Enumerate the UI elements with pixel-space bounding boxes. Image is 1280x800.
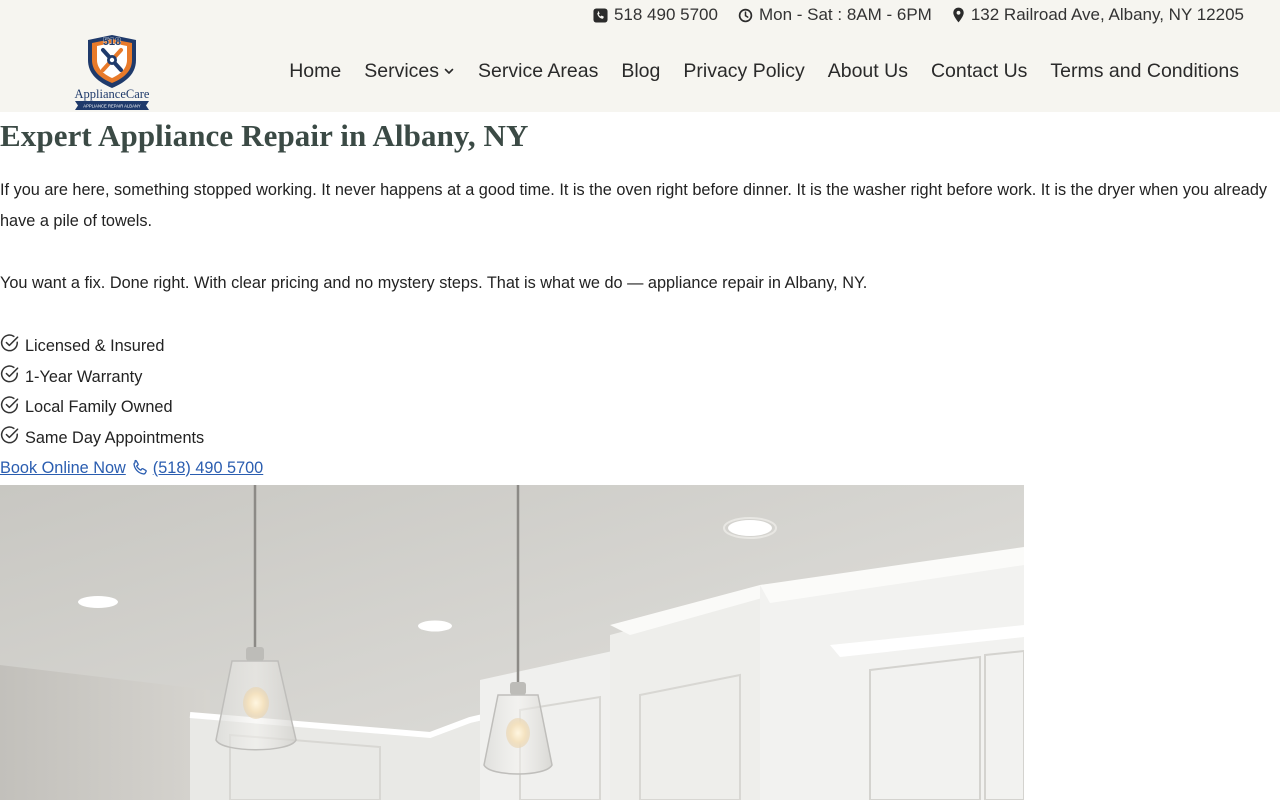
feature-item: Same Day Appointments	[0, 423, 204, 454]
nav-services[interactable]: Services	[364, 60, 455, 83]
feature-item: 1-Year Warranty	[0, 362, 204, 393]
chevron-down-icon	[443, 65, 455, 77]
hero-kitchen-image	[0, 485, 1024, 800]
feature-label: 1-Year Warranty	[25, 367, 143, 386]
map-pin-icon	[952, 7, 965, 23]
value-paragraph: You want a fix. Done right. With clear p…	[0, 274, 868, 292]
topbar-hours-text: Mon - Sat : 8AM - 6PM	[758, 5, 932, 24]
feature-label: Local Family Owned	[25, 398, 173, 417]
feature-list: Licensed & Insured 1-Year Warranty Local…	[0, 331, 204, 454]
phone-outline-icon[interactable]	[131, 459, 149, 477]
phone-icon	[593, 7, 608, 23]
topbar-phone[interactable]: 518 490 5700	[593, 5, 718, 25]
topbar: 518 490 5700 Mon - Sat : 8AM - 6PM 132 R…	[593, 4, 1244, 26]
circle-check-icon	[0, 364, 20, 384]
circle-check-icon	[0, 425, 20, 445]
page-title: Expert Appliance Repair in Albany, NY	[0, 118, 529, 153]
feature-label: Licensed & Insured	[25, 336, 165, 355]
main-nav: Home Services Service Areas Blog Privacy…	[266, 58, 1239, 84]
topbar-phone-text: 518 490 5700	[613, 5, 718, 24]
nav-terms[interactable]: Terms and Conditions	[1050, 60, 1239, 83]
call-phone-link[interactable]: (518) 490 5700	[153, 459, 263, 478]
intro-paragraph: If you are here, something stopped worki…	[0, 181, 1268, 230]
logo-name: ApplianceCare	[75, 87, 150, 101]
nav-about-us[interactable]: About Us	[828, 60, 908, 83]
nav-privacy-policy[interactable]: Privacy Policy	[683, 60, 804, 83]
site-logo[interactable]: 518 ApplianceCare APPLIANCE REPAIR ALBAN…	[72, 34, 152, 110]
feature-label: Same Day Appointments	[25, 428, 205, 447]
feature-item: Local Family Owned	[0, 392, 204, 423]
logo-number: 518	[103, 36, 121, 48]
book-online-link[interactable]: Book Online Now	[0, 459, 126, 478]
clock-icon	[738, 8, 753, 23]
nav-contact-us[interactable]: Contact Us	[931, 60, 1027, 83]
cta-row: Book Online Now (518) 490 5700	[0, 457, 263, 479]
nav-home[interactable]: Home	[289, 60, 341, 83]
topbar-hours: Mon - Sat : 8AM - 6PM	[738, 5, 932, 25]
topbar-address[interactable]: 132 Railroad Ave, Albany, NY 12205	[952, 5, 1244, 25]
circle-check-icon	[0, 333, 20, 353]
topbar-address-text: 132 Railroad Ave, Albany, NY 12205	[970, 5, 1244, 24]
site-header: 518 490 5700 Mon - Sat : 8AM - 6PM 132 R…	[0, 0, 1280, 112]
circle-check-icon	[0, 395, 20, 415]
nav-service-areas[interactable]: Service Areas	[478, 60, 598, 83]
feature-item: Licensed & Insured	[0, 331, 204, 362]
logo-tagline: APPLIANCE REPAIR ALBANY	[83, 104, 141, 109]
nav-services-label: Services	[364, 59, 440, 82]
nav-blog[interactable]: Blog	[621, 60, 660, 83]
